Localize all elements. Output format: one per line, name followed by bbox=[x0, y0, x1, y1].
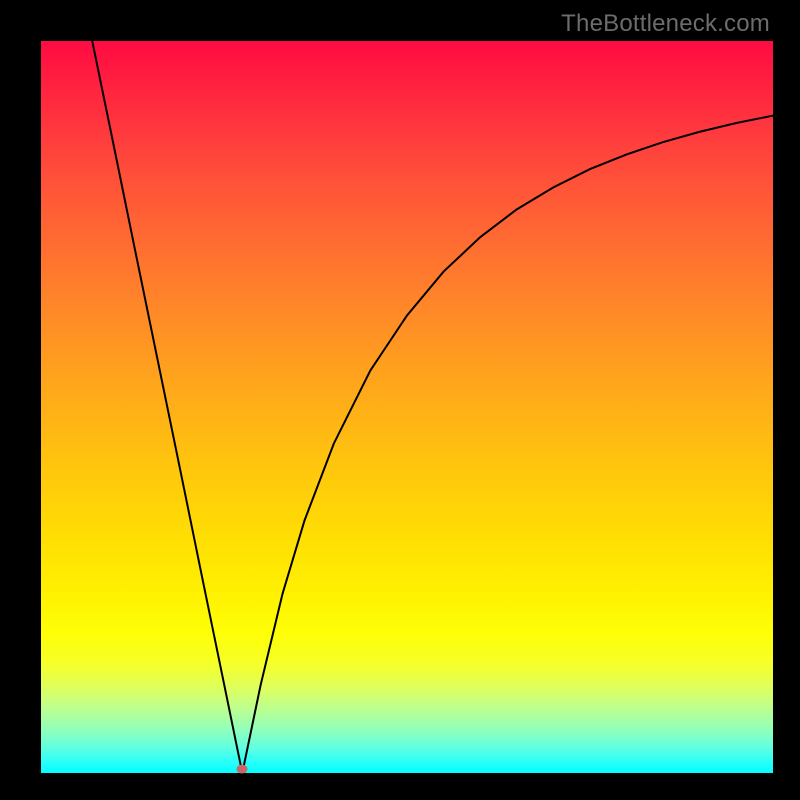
watermark-text: TheBottleneck.com bbox=[561, 10, 770, 38]
gradient-plot-area bbox=[41, 41, 773, 773]
min-marker bbox=[237, 764, 248, 773]
chart-container: TheBottleneck.com bbox=[0, 0, 800, 800]
